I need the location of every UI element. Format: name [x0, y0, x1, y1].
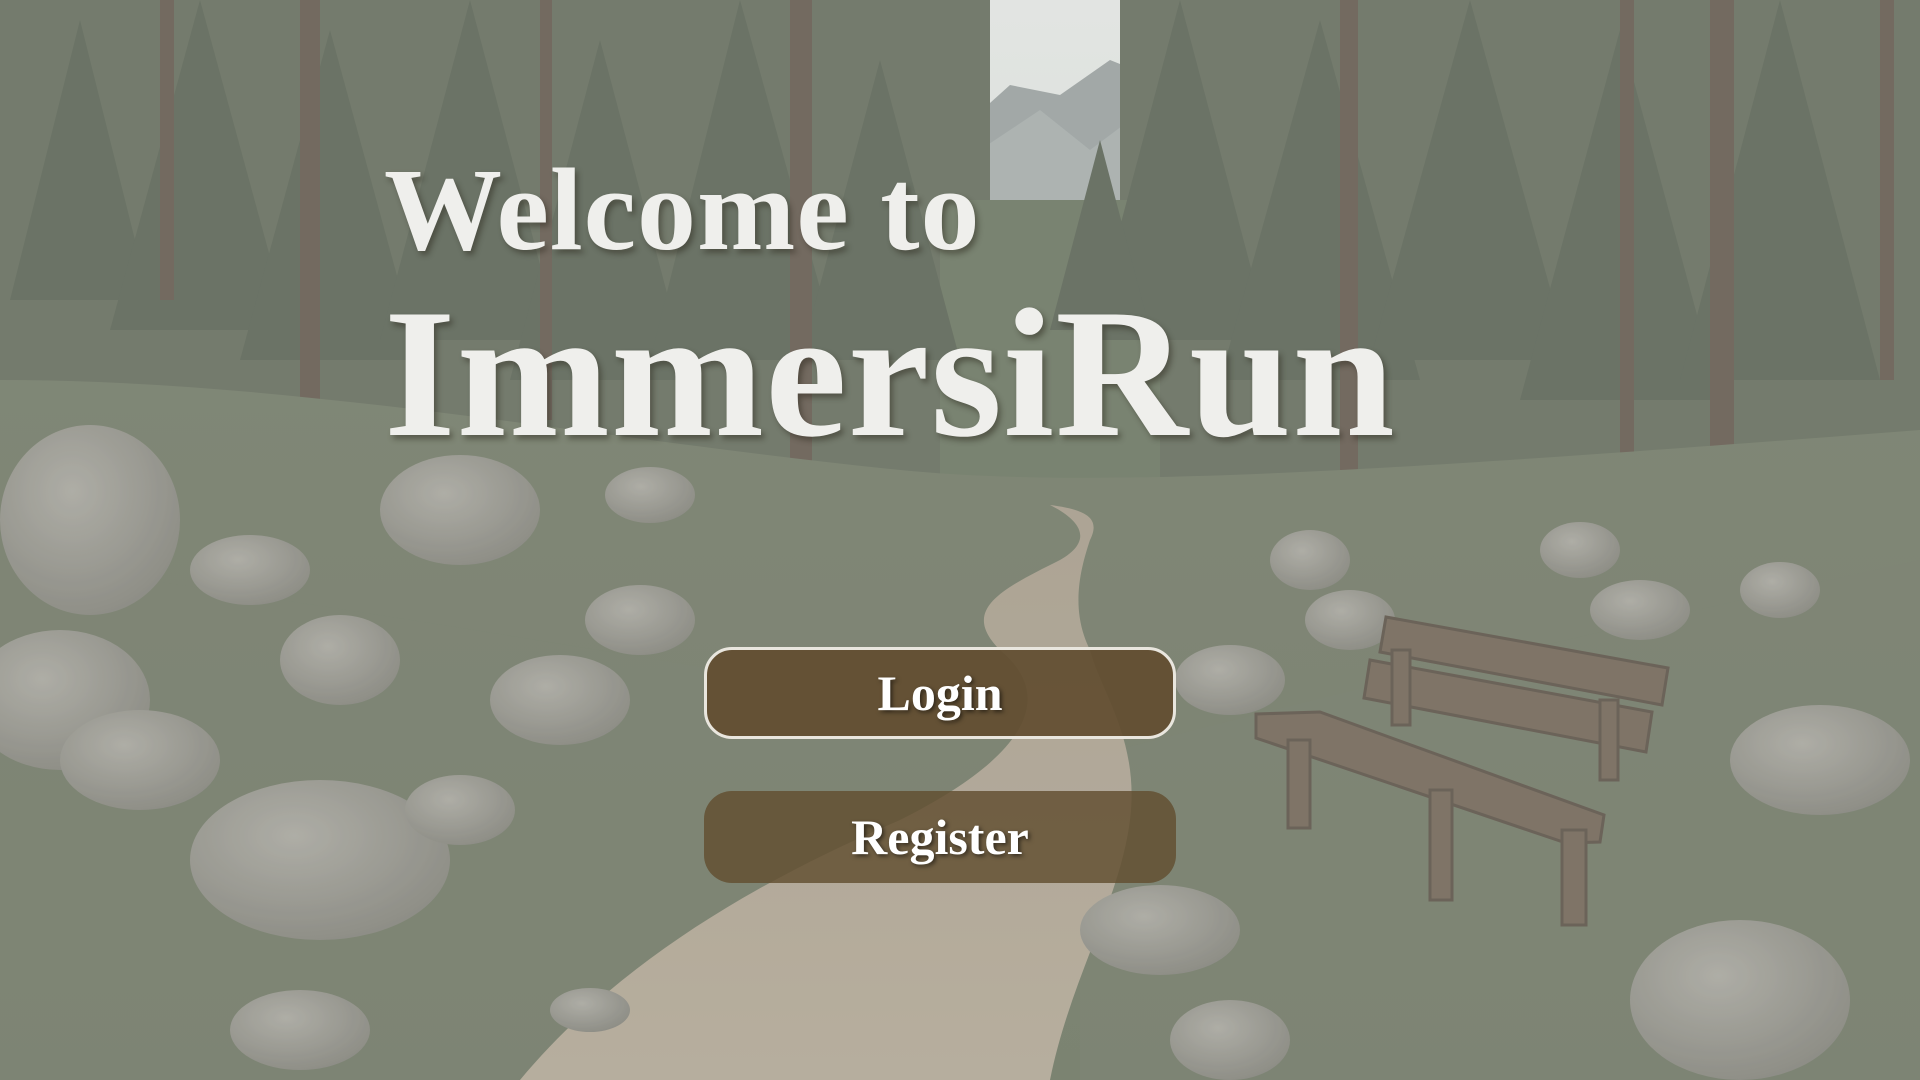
register-button[interactable]: Register	[704, 791, 1176, 883]
register-button-label: Register	[851, 809, 1029, 865]
login-button[interactable]: Login	[704, 647, 1176, 739]
welcome-heading: Welcome to	[384, 144, 981, 275]
login-button-label: Login	[877, 665, 1003, 721]
app-name-heading: ImmersiRun	[384, 271, 1396, 475]
hero-title: Welcome to ImmersiRun	[384, 140, 1584, 475]
